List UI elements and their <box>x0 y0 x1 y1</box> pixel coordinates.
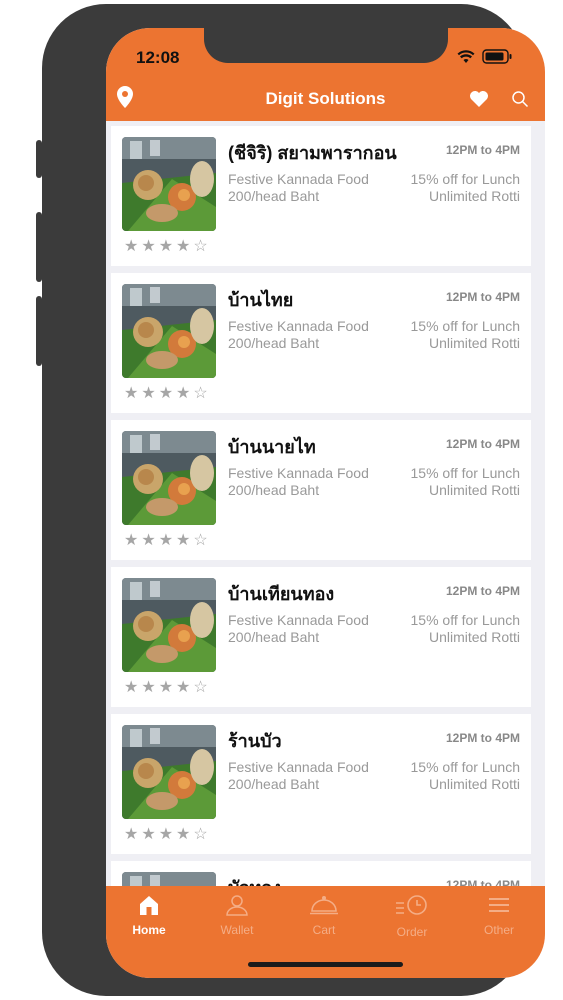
restaurant-name: ร้านบัว <box>228 731 282 751</box>
battery-icon <box>482 49 512 64</box>
offer-text: 15% off for Lunch <box>410 759 520 775</box>
phone-frame: 12:08 Digit Solutions ★★★★☆ (ชีจิริ) สยา… <box>42 4 545 996</box>
cuisine-text: Festive Kannada Food <box>228 318 369 334</box>
restaurant-list[interactable]: ★★★★☆ (ชีจิริ) สยามพารากอน 12PM to 4PM F… <box>106 121 545 886</box>
opening-hours: 12PM to 4PM <box>445 731 520 745</box>
restaurant-thumbnail <box>122 578 216 672</box>
price-text: 200/head Baht <box>228 629 320 645</box>
offer-text: 15% off for Lunch <box>410 171 520 187</box>
cuisine-text: Festive Kannada Food <box>228 759 369 775</box>
restaurant-name: บ้านนายไท <box>228 437 316 457</box>
cuisine-text: Festive Kannada Food <box>228 612 369 628</box>
restaurant-thumbnail <box>122 431 216 525</box>
tab-label: Other <box>483 923 514 937</box>
app-screen: 12:08 Digit Solutions ★★★★☆ (ชีจิริ) สยา… <box>106 28 545 978</box>
offer-text: 15% off for Lunch <box>410 318 520 334</box>
offer-extra-text: Unlimited Rotti <box>428 482 520 498</box>
offer-extra-text: Unlimited Rotti <box>428 629 520 645</box>
tab-other[interactable]: Other <box>464 894 534 937</box>
rating-stars: ★★★★☆ <box>124 385 211 402</box>
tab-label: Wallet <box>220 923 254 937</box>
restaurant-thumbnail <box>122 284 216 378</box>
heart-icon[interactable] <box>469 90 489 108</box>
home-icon <box>137 896 161 920</box>
restaurant-thumbnail <box>122 872 216 886</box>
tab-label: Home <box>132 923 166 937</box>
opening-hours: 12PM to 4PM <box>445 584 520 598</box>
wifi-icon <box>457 50 475 63</box>
search-icon[interactable] <box>511 90 529 108</box>
opening-hours: 12PM to 4PM <box>445 143 520 157</box>
price-text: 200/head Baht <box>228 188 320 204</box>
price-text: 200/head Baht <box>228 482 320 498</box>
tab-order[interactable]: Order <box>377 894 447 939</box>
tab-wallet[interactable]: Wallet <box>202 894 272 937</box>
price-text: 200/head Baht <box>228 776 320 792</box>
tab-home[interactable]: Home <box>114 894 184 937</box>
offer-extra-text: Unlimited Rotti <box>428 335 520 351</box>
offer-extra-text: Unlimited Rotti <box>428 188 520 204</box>
clock-list-icon <box>394 895 430 922</box>
cuisine-text: Festive Kannada Food <box>228 171 369 187</box>
restaurant-name: บ้านไทย <box>228 290 294 310</box>
price-text: 200/head Baht <box>228 335 320 351</box>
status-icons <box>457 49 512 64</box>
status-time: 12:08 <box>136 48 180 67</box>
device-notch <box>204 28 448 63</box>
restaurant-card[interactable]: ★★★★☆ บ้านนายไท 12PM to 4PM Festive Kann… <box>111 420 531 560</box>
rating-stars: ★★★★☆ <box>124 238 211 255</box>
restaurant-thumbnail <box>122 137 216 231</box>
tab-cart[interactable]: Cart <box>289 894 359 937</box>
offer-text: 15% off for Lunch <box>410 465 520 481</box>
restaurant-name: บัวทอง <box>228 873 281 886</box>
restaurant-name: (ชีจิริ) สยามพารากอน <box>228 143 397 163</box>
restaurant-card[interactable]: บัวทอง 12PM to 4PM <box>111 861 531 886</box>
restaurant-card[interactable]: ★★★★☆ บ้านเทียนทอง 12PM to 4PM Festive K… <box>111 567 531 707</box>
rating-stars: ★★★★☆ <box>124 826 211 843</box>
cuisine-text: Festive Kannada Food <box>228 465 369 481</box>
restaurant-thumbnail <box>122 725 216 819</box>
restaurant-card[interactable]: ★★★★☆ (ชีจิริ) สยามพารากอน 12PM to 4PM F… <box>111 126 531 266</box>
menu-icon <box>487 898 511 920</box>
opening-hours: 12PM to 4PM <box>445 437 520 451</box>
restaurant-card[interactable]: ★★★★☆ บ้านไทย 12PM to 4PM Festive Kannad… <box>111 273 531 413</box>
cloche-icon <box>309 896 339 920</box>
tab-label: Order <box>396 925 428 939</box>
opening-hours: 12PM to 4PM <box>445 290 520 304</box>
offer-extra-text: Unlimited Rotti <box>428 776 520 792</box>
home-indicator <box>248 962 403 967</box>
tab-label: Cart <box>312 923 336 937</box>
restaurant-name: บ้านเทียนทอง <box>228 584 335 604</box>
user-icon <box>225 895 249 920</box>
restaurant-card[interactable]: ★★★★☆ ร้านบัว 12PM to 4PM Festive Kannad… <box>111 714 531 854</box>
offer-text: 15% off for Lunch <box>410 612 520 628</box>
rating-stars: ★★★★☆ <box>124 679 211 696</box>
opening-hours: 12PM to 4PM <box>445 878 520 886</box>
rating-stars: ★★★★☆ <box>124 532 211 549</box>
